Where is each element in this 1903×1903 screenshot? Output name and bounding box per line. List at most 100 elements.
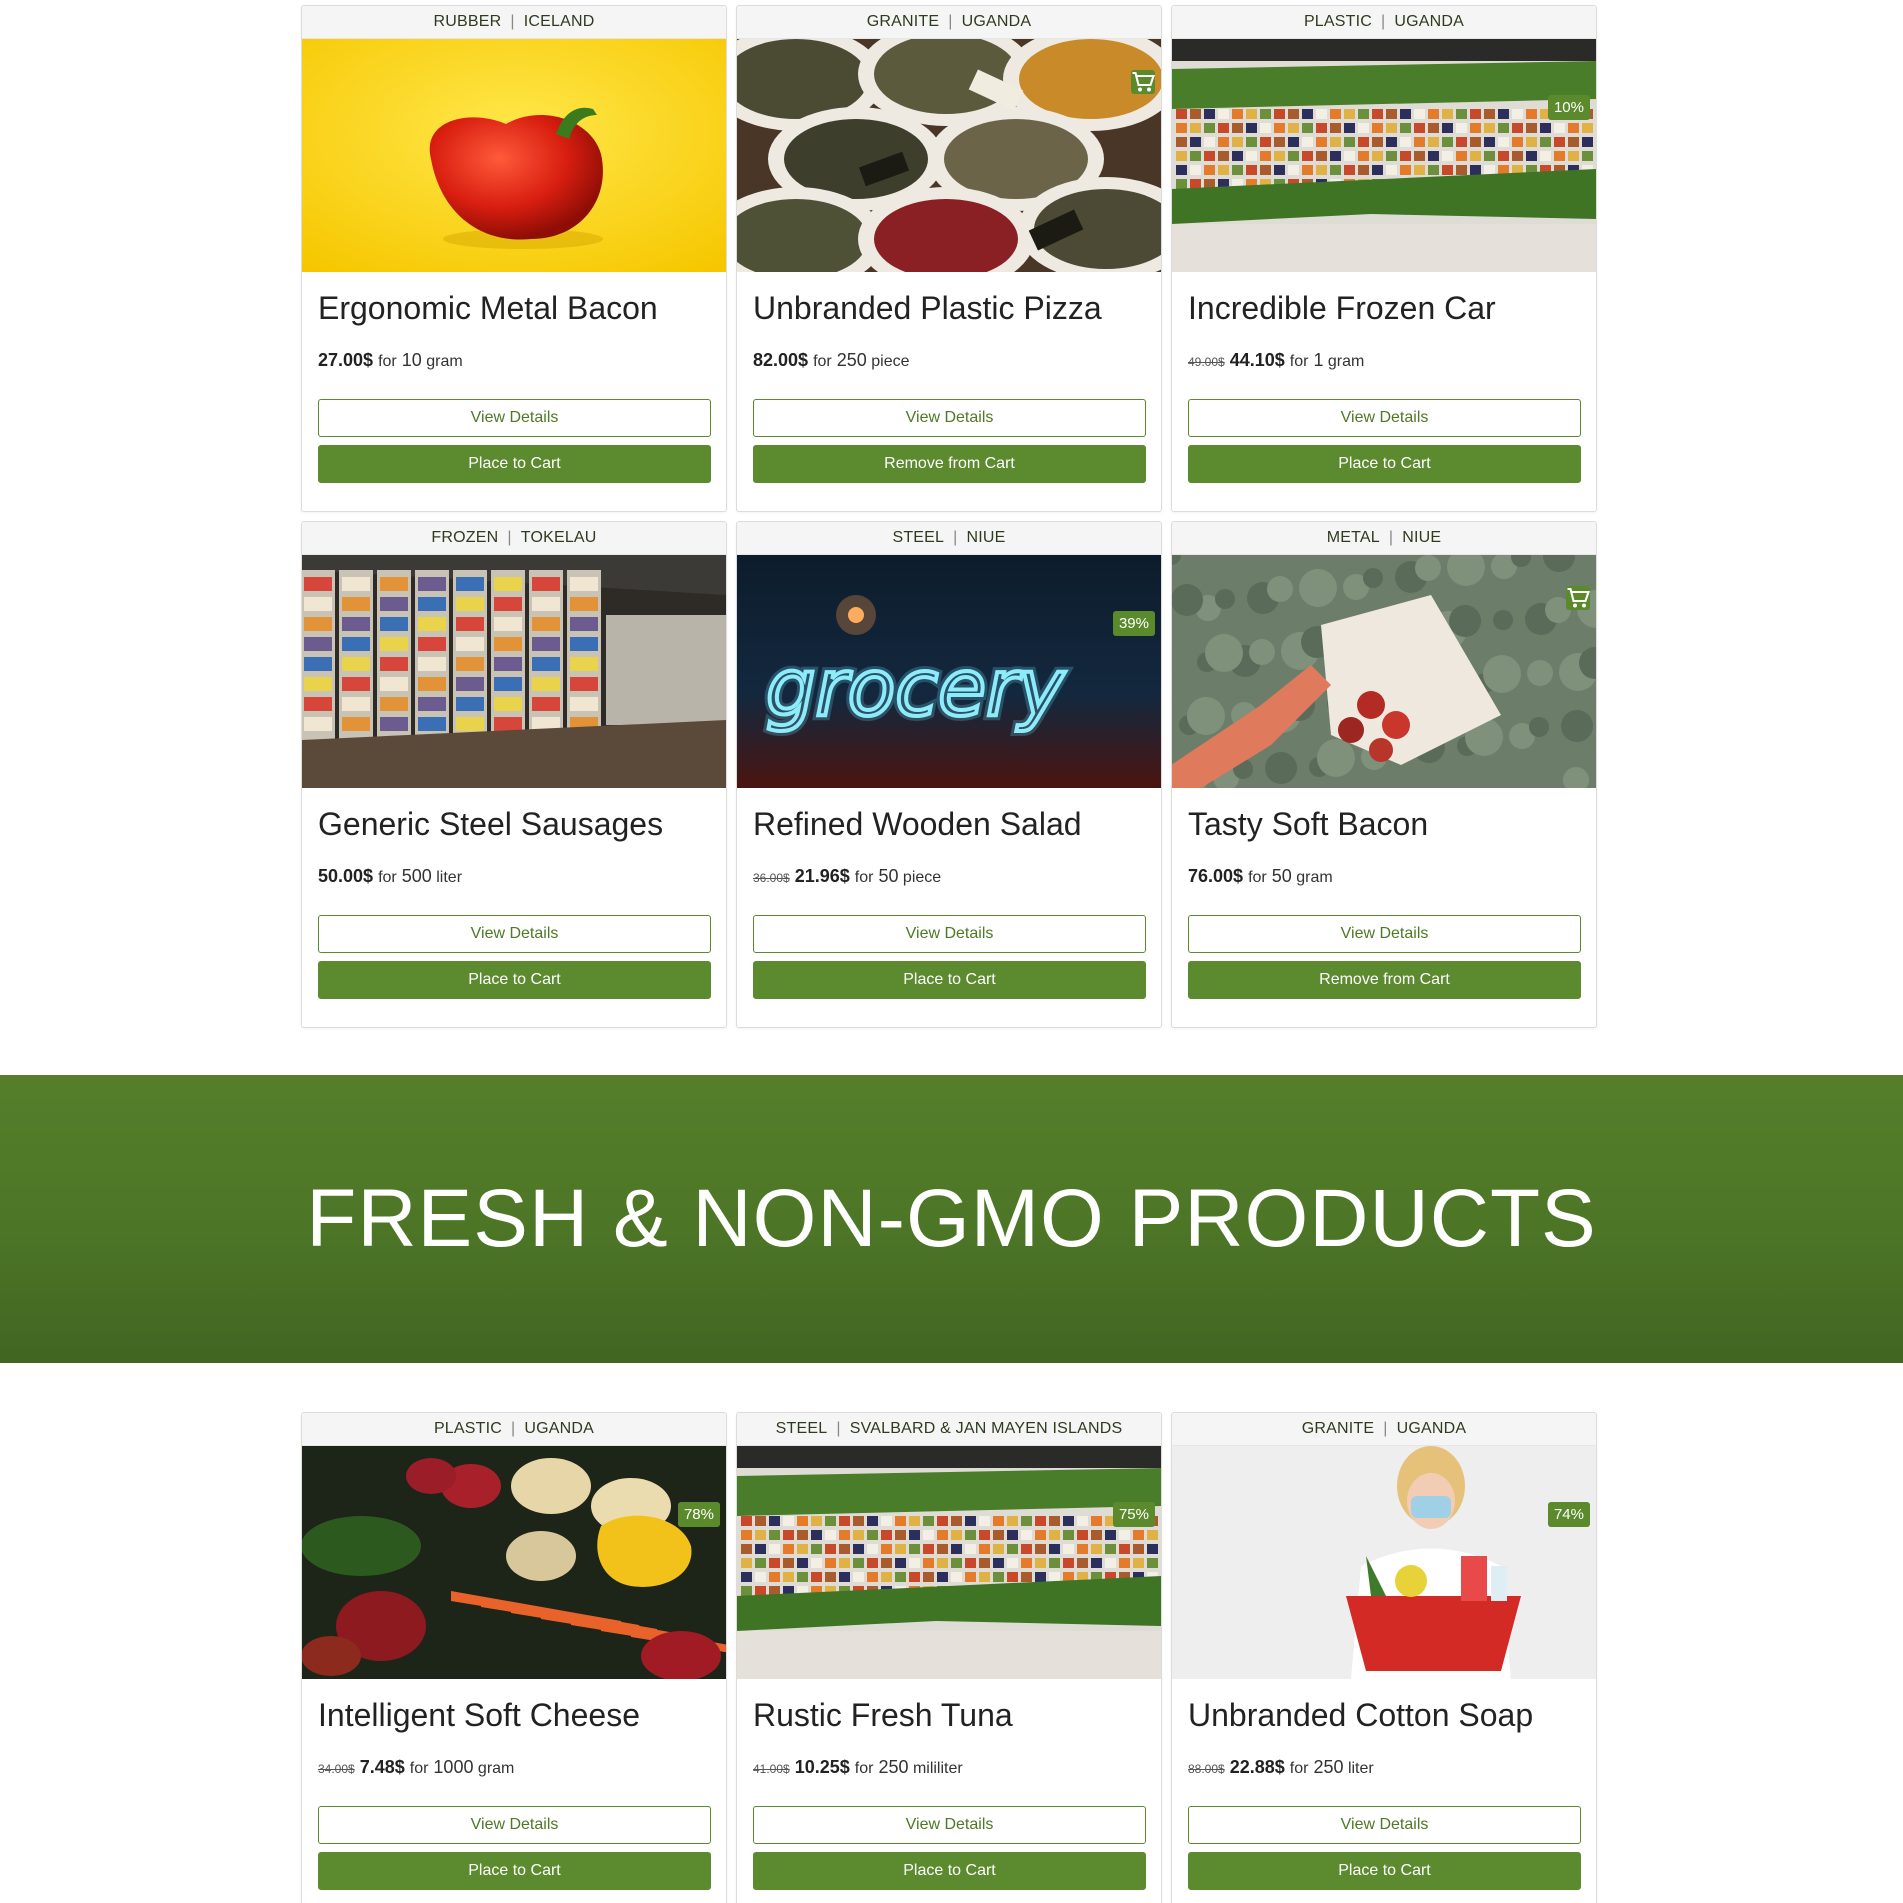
place-to-cart-button[interactable]: Place to Cart (1188, 445, 1581, 483)
place-to-cart-button[interactable]: Place to Cart (318, 445, 711, 483)
tag-separator: | (510, 13, 515, 30)
card-tags: PLASTIC | UGANDA (302, 1413, 726, 1446)
product-title[interactable]: Incredible Frozen Car (1188, 288, 1580, 328)
view-details-button[interactable]: View Details (1188, 915, 1581, 953)
place-to-cart-button[interactable]: Place to Cart (1188, 1852, 1581, 1890)
current-price: 10.25$ (794, 1757, 850, 1777)
price-line: 36.00$ 21.96$ for 50 piece (753, 866, 1145, 888)
price-for-label: for (1248, 869, 1267, 886)
discount-badge: 75% (1112, 1502, 1155, 1527)
product-grid-top: RUBBER | ICELAND Ergonomic Metal Bacon 2… (301, 5, 1597, 1028)
quantity-unit: gram (1296, 869, 1333, 886)
grocery-aisle-greenery-picture (737, 1446, 1161, 1679)
country-tag[interactable]: NIUE (967, 529, 1006, 547)
old-price: 41.00$ (753, 1762, 790, 1776)
discount-badge: 78% (677, 1502, 720, 1527)
price-line: 34.00$ 7.48$ for 1000 gram (318, 1757, 710, 1779)
card-tags: FROZEN | TOKELAU (302, 522, 726, 555)
material-tag[interactable]: RUBBER (433, 13, 501, 31)
price-for-label: for (854, 869, 874, 886)
red-pepper-yellow-background-picture (302, 39, 726, 272)
country-tag[interactable]: NIUE (1402, 529, 1441, 547)
view-details-button[interactable]: View Details (1188, 399, 1581, 437)
product-image[interactable] (737, 39, 1161, 272)
tag-separator: | (1381, 13, 1386, 30)
product-title[interactable]: Refined Wooden Salad (753, 804, 1145, 844)
tag-separator: | (507, 529, 512, 546)
product-image[interactable]: 10% (1172, 39, 1596, 272)
product-title[interactable]: Intelligent Soft Cheese (318, 1695, 710, 1735)
country-tag[interactable]: UGANDA (962, 13, 1032, 31)
tag-separator: | (836, 1420, 841, 1437)
material-tag[interactable]: FROZEN (431, 529, 498, 547)
place-to-cart-button[interactable]: Place to Cart (753, 961, 1146, 999)
material-tag[interactable]: STEEL (892, 529, 944, 547)
place-to-cart-button[interactable]: Place to Cart (318, 1852, 711, 1890)
card-tags: METAL | NIUE (1172, 522, 1596, 555)
product-title[interactable]: Rustic Fresh Tuna (753, 1695, 1145, 1735)
old-price: 49.00$ (1188, 355, 1225, 369)
price-for-label: for (813, 353, 832, 370)
quantity-value: 50 (878, 866, 899, 886)
product-card: RUBBER | ICELAND Ergonomic Metal Bacon 2… (301, 5, 727, 512)
country-tag[interactable]: UGANDA (1397, 1420, 1467, 1438)
grocery-neon-sign-picture: grocery grocery (737, 555, 1161, 788)
product-image[interactable] (302, 555, 726, 788)
card-tags: STEEL | SVALBARD & JAN MAYEN ISLANDS (737, 1413, 1161, 1446)
view-details-button[interactable]: View Details (753, 1806, 1146, 1844)
product-image[interactable]: 75% (737, 1446, 1161, 1679)
product-card: PLASTIC | UGANDA 78% Intelligent Soft Ch… (301, 1412, 727, 1903)
material-tag[interactable]: GRANITE (1302, 1420, 1375, 1438)
country-tag[interactable]: UGANDA (1394, 13, 1464, 31)
product-card: FROZEN | TOKELAU Generic Steel Sausages … (301, 521, 727, 1028)
material-tag[interactable]: METAL (1327, 529, 1380, 547)
material-tag[interactable]: PLASTIC (434, 1420, 502, 1438)
product-image[interactable]: 78% (302, 1446, 726, 1679)
remove-from-cart-button[interactable]: Remove from Cart (753, 445, 1146, 483)
product-card: GRANITE | UGANDA 74% Unbranded Cotton So… (1171, 1412, 1597, 1903)
discount-badge: 74% (1547, 1502, 1590, 1527)
product-image[interactable] (302, 39, 726, 272)
material-tag[interactable]: GRANITE (867, 13, 940, 31)
cart-icon (1567, 587, 1590, 608)
country-tag[interactable]: TOKELAU (521, 529, 597, 547)
old-price: 36.00$ (753, 871, 790, 885)
country-tag[interactable]: UGANDA (524, 1420, 594, 1438)
product-title[interactable]: Ergonomic Metal Bacon (318, 288, 710, 328)
country-tag[interactable]: ICELAND (524, 13, 595, 31)
view-details-button[interactable]: View Details (318, 399, 711, 437)
card-tags: GRANITE | UGANDA (1172, 1413, 1596, 1446)
product-title[interactable]: Tasty Soft Bacon (1188, 804, 1580, 844)
view-details-button[interactable]: View Details (753, 915, 1146, 953)
product-image[interactable] (1172, 555, 1596, 788)
old-price: 88.00$ (1188, 1762, 1225, 1776)
product-title[interactable]: Generic Steel Sausages (318, 804, 710, 844)
view-details-button[interactable]: View Details (1188, 1806, 1581, 1844)
woman-with-basket-picture (1172, 1446, 1596, 1679)
card-tags: PLASTIC | UGANDA (1172, 6, 1596, 39)
remove-from-cart-button[interactable]: Remove from Cart (1188, 961, 1581, 999)
view-details-button[interactable]: View Details (753, 399, 1146, 437)
price-for-label: for (854, 1760, 874, 1777)
place-to-cart-button[interactable]: Place to Cart (753, 1852, 1146, 1890)
material-tag[interactable]: STEEL (776, 1420, 828, 1438)
material-tag[interactable]: PLASTIC (1304, 13, 1372, 31)
view-details-button[interactable]: View Details (318, 915, 711, 953)
price-line: 27.00$ for 10 gram (318, 350, 710, 372)
promo-banner: FRESH & NON-GMO PRODUCTS (0, 1075, 1903, 1363)
price-for-label: for (378, 869, 397, 886)
product-grid-bottom: PLASTIC | UGANDA 78% Intelligent Soft Ch… (301, 1412, 1597, 1903)
price-line: 41.00$ 10.25$ for 250 mililiter (753, 1757, 1145, 1779)
product-title[interactable]: Unbranded Cotton Soap (1188, 1695, 1580, 1735)
product-image[interactable]: 74% (1172, 1446, 1596, 1679)
place-to-cart-button[interactable]: Place to Cart (318, 961, 711, 999)
freezer-aisle-picture (302, 555, 726, 788)
product-image[interactable]: grocery grocery 39% (737, 555, 1161, 788)
country-tag[interactable]: SVALBARD & JAN MAYEN ISLANDS (850, 1420, 1123, 1438)
product-title[interactable]: Unbranded Plastic Pizza (753, 288, 1145, 328)
view-details-button[interactable]: View Details (318, 1806, 711, 1844)
product-card: STEEL | NIUE grocery grocery 39% Refined … (736, 521, 1162, 1028)
quantity-unit: liter (1347, 1760, 1374, 1777)
product-card: PLASTIC | UGANDA 10% Incredible Frozen C… (1171, 5, 1597, 512)
card-tags: RUBBER | ICELAND (302, 6, 726, 39)
